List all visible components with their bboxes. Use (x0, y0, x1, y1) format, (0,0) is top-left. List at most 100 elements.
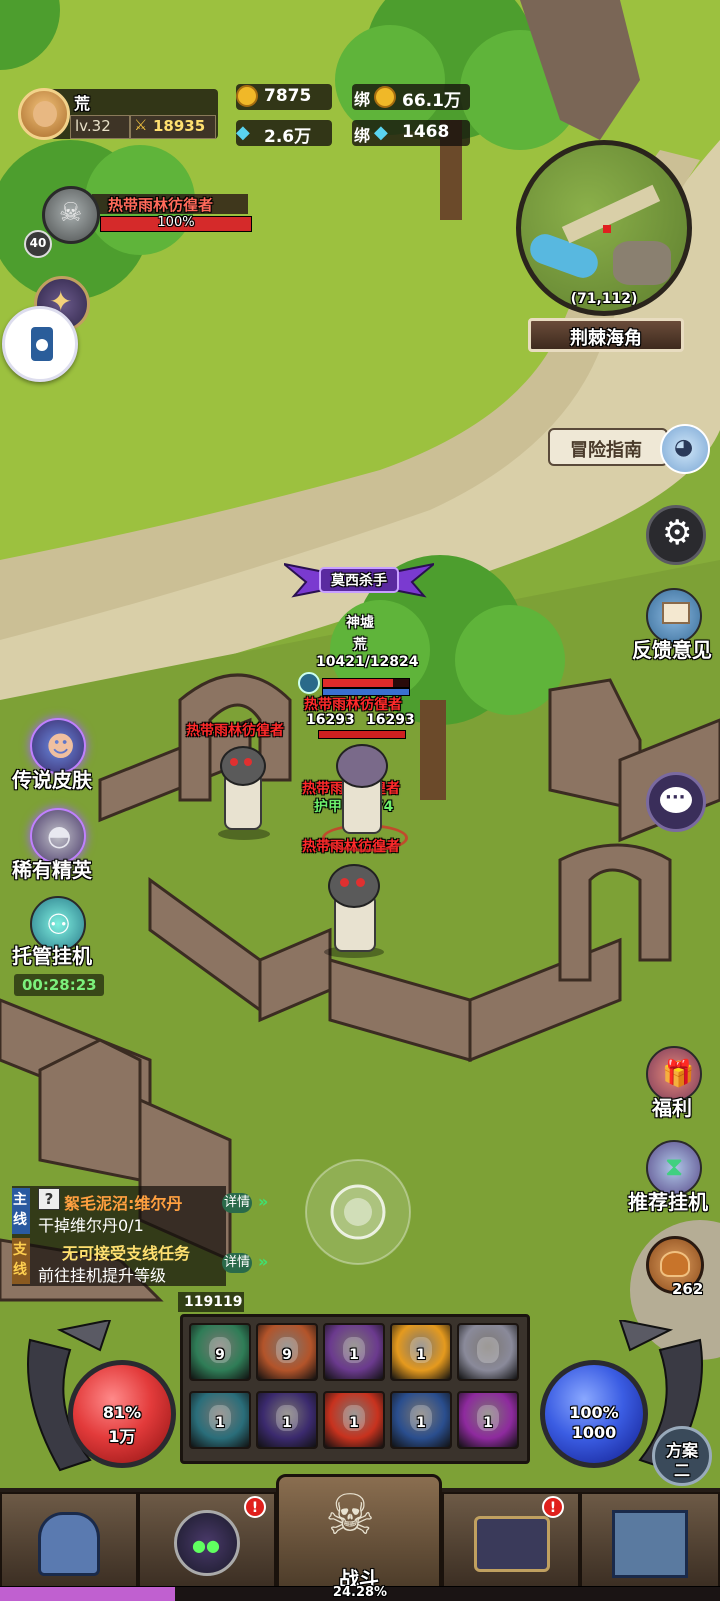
hp-orb-percent: 81% (102, 1403, 142, 1422)
diamond-panel[interactable]: ◆ 2.6万 (236, 120, 332, 147)
chat-button[interactable]: ··· (646, 772, 706, 832)
skill-count: 1 (483, 1415, 493, 1431)
plan-switch-button[interactable]: 方案 二 (652, 1426, 712, 1486)
hero-hp-fill (323, 679, 393, 687)
skill-count: 1 (215, 1415, 225, 1431)
nav-castle-button[interactable] (580, 1492, 720, 1592)
target-level-badge: 40 (24, 230, 52, 258)
sword-icon: ⚔ (134, 116, 148, 134)
skill-slot[interactable]: 1 (457, 1391, 519, 1449)
floating-assist-button[interactable] (2, 306, 78, 382)
feedback-label: 反馈意见 (632, 638, 712, 662)
hero-title: 莫西杀手 (331, 573, 387, 589)
hero-name: 荒 (353, 637, 367, 653)
adventure-guide-button[interactable]: 冒险指南 (548, 428, 668, 466)
player-level-badge: lv.32 (70, 115, 130, 139)
skill-slot[interactable] (457, 1323, 519, 1381)
gear-icon: ⚙ (662, 513, 693, 553)
bound-diamond-label: 绑 (354, 126, 371, 145)
hero-hp-text: 10421/12824 (316, 654, 419, 670)
branch-quest-title[interactable]: 无可接受支线任务 (62, 1240, 190, 1264)
skill-count: 9 (215, 1347, 225, 1363)
branch-quest-details-button[interactable]: 详情 » (220, 1250, 284, 1276)
gold-amount: 7875 (264, 86, 312, 106)
hero-class-icon (298, 672, 320, 694)
double-chevron-right-icon: » (258, 1192, 269, 1211)
skill-slot[interactable]: 1 (323, 1391, 385, 1449)
enemy-mummy-sprite[interactable] (318, 860, 388, 958)
skill-slot[interactable]: 1 (390, 1391, 452, 1449)
target-hp-percent: 100% (157, 215, 195, 230)
hourglass-icon: ⧗ (665, 1152, 684, 1182)
enemy-name-label: 热带雨林彷徨者 (304, 697, 402, 713)
bound-diamond-panel[interactable]: 绑 ◆ 1468 (352, 120, 470, 146)
recommend-idle-label: 推荐挂机 (628, 1190, 708, 1214)
nav-hero-alert-badge: ! (244, 1496, 266, 1518)
skill-count: 1 (349, 1347, 359, 1363)
main-quest-details-button[interactable]: 详情 » (220, 1190, 284, 1216)
exp-bar: 24.28% (0, 1585, 720, 1601)
guide-ghost-icon[interactable]: ◕ (660, 424, 710, 474)
mp-orb[interactable]: 100% 1000 (540, 1360, 648, 1468)
skill-slot[interactable]: 1 (390, 1323, 452, 1381)
minimap-location-name: 荆棘海角 (570, 328, 642, 349)
nav-equipment-alert-badge: ! (542, 1496, 564, 1518)
virtual-joystick[interactable] (306, 1160, 410, 1264)
enemy-hp-number: 16293 (306, 712, 355, 728)
skill-count: 1 (416, 1415, 426, 1431)
target-frame[interactable]: 热带雨林彷徨者 100% ☠ 40 (24, 186, 260, 258)
bound-gold-amount: 66.1万 (402, 91, 461, 111)
player-avatar[interactable] (18, 88, 70, 140)
skill-slot[interactable]: 1 (256, 1391, 318, 1449)
auto-idle-label: 托管挂机 (12, 944, 92, 968)
enemy-name-label: 热带雨林彷徨者 (186, 723, 284, 739)
player-power: 18935 (153, 117, 206, 135)
skill-icon (477, 1337, 499, 1363)
character-stone-icon (38, 1512, 100, 1576)
skill-slot[interactable]: 1 (323, 1323, 385, 1381)
bread-icon (660, 1251, 690, 1277)
hero-sprite[interactable] (322, 744, 408, 852)
player-power-badge: ⚔ 18935 (130, 115, 216, 139)
mp-orb-percent: 100% (569, 1403, 619, 1422)
skill-slot[interactable]: 1 (189, 1391, 251, 1449)
player-name: 荒 (74, 94, 91, 113)
hero-hp-bar (322, 678, 410, 688)
skill-slot[interactable]: 9 (256, 1323, 318, 1381)
crossed-swords-skull-icon: ☠ (325, 1483, 376, 1548)
hp-orb[interactable]: 81% 1万 (68, 1360, 176, 1468)
adventure-guide-label: 冒险指南 (570, 440, 642, 461)
minimap[interactable]: (71,112) (516, 140, 692, 316)
target-portrait: ☠ (42, 186, 100, 244)
enemy-mummy-sprite[interactable] (212, 742, 272, 840)
welfare-label: 福利 (652, 1096, 692, 1120)
main-quest-title[interactable]: 絮毛泥沼:维尔丹 (64, 1190, 182, 1214)
bound-diamond-icon: ◆ (374, 122, 388, 143)
hp-orb-value: 1万 (108, 1427, 136, 1446)
idle-robot-icon: ⚇ (46, 908, 72, 941)
settings-button[interactable]: ⚙ (646, 505, 706, 565)
gold-panel[interactable]: 7875 (236, 84, 332, 110)
double-chevron-right-icon: » (258, 1252, 269, 1271)
target-name: 热带雨林彷徨者 (108, 196, 214, 214)
main-quest-tag: 主线 (12, 1188, 30, 1234)
diamond-plus-icon: ◆ (236, 122, 250, 143)
bound-gold-label: 绑 (354, 90, 371, 109)
diamond-amount: 2.6万 (264, 127, 312, 147)
castle-towers-icon (612, 1510, 688, 1578)
combat-power-readout: 119119 (184, 1294, 243, 1310)
nav-battle-button[interactable]: ☠ 战斗 (276, 1474, 442, 1596)
hero-eyes-icon: ●● (192, 1536, 220, 1555)
skill-slot[interactable]: 9 (189, 1323, 251, 1381)
bound-gold-panel[interactable]: 绑 66.1万 (352, 84, 470, 111)
minimap-coords: (71,112) (570, 291, 638, 307)
enemy-hp-bar (318, 730, 406, 739)
nav-character-button[interactable] (0, 1492, 138, 1592)
auto-idle-timer: 00:28:23 (22, 976, 97, 994)
skill-count: 1 (282, 1415, 292, 1431)
rare-elite-label: 稀有精英 (12, 858, 92, 882)
target-hp-bar: 100% (100, 215, 252, 232)
branch-quest-tag: 支线 (12, 1238, 30, 1284)
quest-unknown-icon: ? (38, 1188, 60, 1210)
skull-icon: ☠ (59, 198, 83, 228)
